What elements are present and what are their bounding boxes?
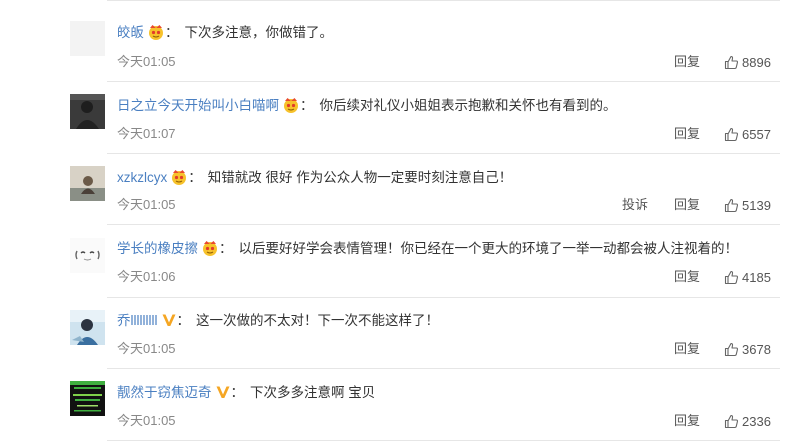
username[interactable]: 乔lllllllll [117, 313, 158, 328]
avatar[interactable] [70, 381, 105, 416]
verified-v-icon [161, 312, 177, 335]
comment-item: 靓然于窃焦迈奇：下次多多注意啊 宝贝 今天01:05 回复 2336 [0, 0, 800, 429]
thumbs-up-icon [724, 198, 739, 213]
report-button[interactable]: 投诉 [622, 197, 648, 213]
timestamp: 今天01:07 [117, 126, 176, 141]
username[interactable]: xzkzlcyx [117, 170, 167, 185]
divider [107, 153, 780, 154]
crown-emoji-icon [201, 240, 219, 263]
avatar[interactable] [70, 310, 105, 345]
username[interactable]: 靓然于窃焦迈奇 [117, 385, 212, 400]
avatar[interactable] [70, 238, 105, 273]
thumbs-up-icon [724, 342, 739, 357]
comment-text: 知错就改 很好 作为公众人物一定要时刻注意自己！ [207, 170, 513, 185]
comment-text: 下次多多注意啊 宝贝 [250, 385, 376, 400]
verified-v-icon [215, 384, 231, 407]
reply-button[interactable]: 回复 [674, 413, 700, 429]
comment-text: 这一次做的不太对！下一次不能这样了！ [196, 313, 439, 328]
timestamp: 今天01:05 [117, 197, 176, 212]
divider [107, 297, 780, 298]
comment-text: 以后要好好学会表情管理！你已经在一个更大的环境了一举一动都会被人注视着的！ [238, 241, 739, 256]
divider [107, 368, 780, 369]
reply-button[interactable]: 回复 [674, 269, 700, 285]
like-button[interactable]: 5139 [724, 198, 771, 214]
crown-emoji-icon [170, 169, 188, 192]
avatar[interactable] [70, 166, 105, 201]
reply-button[interactable]: 回复 [674, 126, 700, 142]
divider [107, 81, 780, 82]
avatar[interactable] [70, 94, 105, 129]
like-count: 4185 [742, 270, 771, 285]
reply-button[interactable]: 回复 [674, 197, 700, 213]
like-count: 3678 [742, 342, 771, 357]
timestamp: 今天01:05 [117, 413, 176, 428]
like-count: 5139 [742, 198, 771, 213]
timestamp: 今天01:06 [117, 269, 176, 284]
like-count: 6557 [742, 127, 771, 142]
crown-emoji-icon [282, 97, 300, 120]
timestamp: 今天01:05 [117, 341, 176, 356]
divider [107, 224, 780, 225]
comment-text: 你后续对礼仪小姐姐表示抱歉和关怀也有看到的。 [319, 98, 617, 113]
like-button[interactable]: 6557 [724, 127, 771, 143]
thumbs-up-icon [724, 414, 739, 429]
like-count: 2336 [742, 414, 771, 429]
thumbs-up-icon [724, 127, 739, 142]
thumbs-up-icon [724, 270, 739, 285]
username[interactable]: 学长的橡皮擦 [117, 241, 198, 256]
like-button[interactable]: 3678 [724, 342, 771, 358]
reply-button[interactable]: 回复 [674, 341, 700, 357]
like-button[interactable]: 2336 [724, 414, 771, 430]
username[interactable]: 日之立今天开始叫小白喵啊 [117, 98, 279, 113]
like-button[interactable]: 4185 [724, 270, 771, 286]
